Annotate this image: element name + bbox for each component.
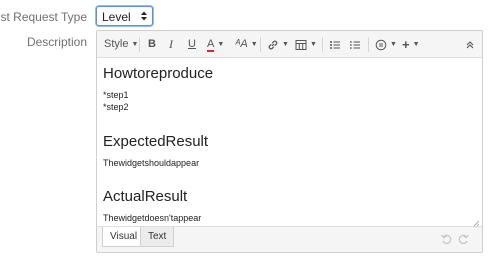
style-dropdown-label: Style: [104, 38, 129, 50]
test-request-type-label: Test Request Type: [0, 10, 87, 24]
paragraph-actual: Thewidgetdoesn'tappear: [103, 213, 202, 223]
text-color-icon: A: [207, 37, 215, 52]
numbered-list-button[interactable]: [349, 36, 361, 53]
test-request-type-select[interactable]: Level: [96, 6, 153, 26]
underline-icon: U: [188, 38, 196, 50]
editor-toolbar: Style ▼ B I U A ▼ ᴬA ▼ ▼ ▼ ▼ + ▼: [97, 31, 482, 58]
table-icon: [295, 39, 307, 50]
heading-actual-result: ActualResult: [103, 188, 188, 205]
italic-icon: I: [169, 37, 173, 51]
macro-icon: [375, 39, 387, 50]
test-request-type-value: Level: [102, 10, 131, 24]
paragraph-expected: Thewidgetshouldappear: [103, 158, 200, 168]
bullet-list-icon: [330, 40, 340, 49]
toolbar-divider: [139, 37, 140, 52]
redo-icon[interactable]: [458, 233, 470, 245]
bold-icon: B: [148, 38, 156, 50]
italic-button[interactable]: I: [169, 36, 173, 53]
style-dropdown[interactable]: Style ▼: [104, 36, 138, 53]
insert-macro-button[interactable]: ▼: [375, 36, 397, 53]
bold-button[interactable]: B: [148, 36, 156, 53]
chevron-down-icon: ▼: [412, 41, 420, 48]
text-color-button[interactable]: A ▼: [207, 36, 224, 53]
underline-button[interactable]: U: [188, 36, 196, 53]
undo-icon[interactable]: [440, 233, 452, 245]
link-button[interactable]: ▼: [267, 36, 289, 53]
plus-icon: +: [402, 37, 410, 52]
chevron-down-icon: ▼: [131, 41, 139, 48]
heading-expected-result: ExpectedResult: [103, 133, 209, 150]
toolbar-divider: [368, 37, 369, 52]
insert-more-button[interactable]: + ▼: [402, 36, 420, 53]
editor-footer: Visual Text: [97, 226, 482, 252]
chevron-down-icon: ▼: [390, 41, 397, 48]
select-updown-icon: [141, 11, 147, 21]
toolbar-divider: [260, 37, 261, 52]
numbered-list-icon: [350, 40, 360, 49]
rich-text-editor: Style ▼ B I U A ▼ ᴬA ▼ ▼ ▼ ▼ + ▼ Howtore…: [96, 30, 483, 253]
chevron-down-icon: ▼: [310, 41, 317, 48]
tab-text[interactable]: Text: [140, 227, 175, 247]
description-label: Description: [26, 35, 87, 49]
toolbar-divider: [322, 37, 323, 52]
table-button[interactable]: ▼: [295, 36, 317, 53]
paragraph-step1: *step1: [103, 90, 129, 100]
text-size-icon: ᴬA: [235, 38, 248, 50]
text-size-button[interactable]: ᴬA ▼: [235, 36, 258, 53]
chevron-down-icon: ▼: [282, 41, 289, 48]
link-icon: [268, 40, 278, 49]
editor-content[interactable]: Howtoreproduce *step1 *step2 ExpectedRes…: [97, 58, 482, 228]
heading-how-to-reproduce: Howtoreproduce: [103, 65, 214, 82]
double-chevron-up-icon: [466, 40, 474, 48]
chevron-down-icon: ▼: [217, 41, 225, 48]
tab-visual[interactable]: Visual: [102, 227, 146, 247]
collapse-toolbar-button[interactable]: [466, 36, 474, 53]
paragraph-step2: *step2: [103, 102, 129, 112]
bullet-list-button[interactable]: [329, 36, 341, 53]
chevron-down-icon: ▼: [250, 41, 258, 48]
